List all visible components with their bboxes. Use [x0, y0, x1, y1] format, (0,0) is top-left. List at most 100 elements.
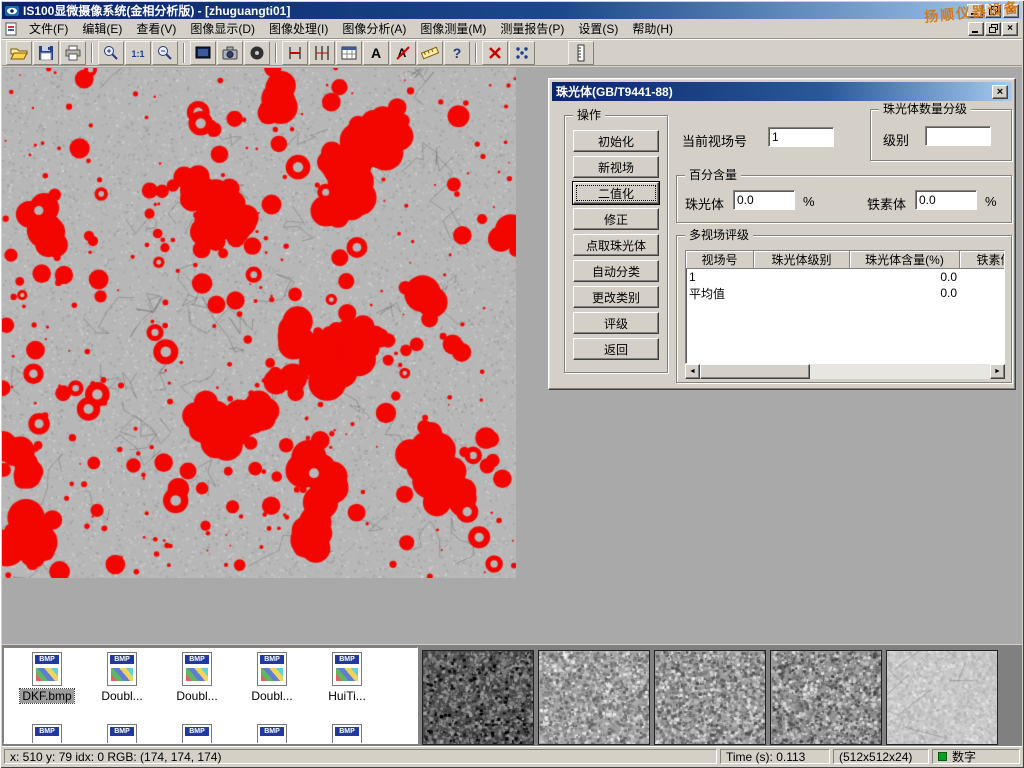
file-browser[interactable]: BMP DKF.bmp BMP Doubl... BMP Doubl... BM…: [3, 647, 418, 744]
bmp-badge: BMP: [260, 655, 284, 664]
current-field-input[interactable]: [768, 127, 834, 147]
delete-marks-button[interactable]: [482, 41, 508, 65]
point-picker-button[interactable]: [509, 41, 535, 65]
table-row[interactable]: 平均值 0.0: [686, 285, 1004, 301]
menu-image-measure[interactable]: 图像测量(M): [413, 18, 493, 39]
pearlite-percent-input[interactable]: [733, 190, 795, 210]
header-field-no[interactable]: 视场号: [686, 251, 754, 269]
metallograph-image[interactable]: [2, 68, 516, 578]
percent-group-title: 百分含量: [685, 168, 741, 182]
pick-pearlite-button[interactable]: 点取珠光体: [573, 234, 659, 256]
menu-image-processing[interactable]: 图像处理(I): [262, 18, 335, 39]
thumbnail-4[interactable]: [770, 650, 882, 745]
ferrite-percent-input[interactable]: [915, 190, 977, 210]
file-item[interactable]: BMP Doubl...: [162, 652, 232, 705]
file-name[interactable]: HuiTi...: [326, 689, 368, 703]
auto-classify-button[interactable]: 自动分类: [573, 260, 659, 282]
file-item[interactable]: BMP Doubl...: [237, 652, 307, 705]
capture-button[interactable]: [244, 41, 270, 65]
file-name[interactable]: Doubl...: [174, 689, 219, 703]
level-input[interactable]: [925, 126, 991, 146]
bmp-badge: BMP: [185, 727, 209, 736]
bmp-file-icon[interactable]: BMP: [107, 724, 137, 744]
help-button[interactable]: ?: [444, 41, 470, 65]
bmp-file-icon[interactable]: BMP: [257, 724, 287, 744]
save-button[interactable]: [33, 41, 59, 65]
vertical-ruler-icon: [572, 44, 590, 62]
display-button[interactable]: [190, 41, 216, 65]
menu-image-display[interactable]: 图像显示(D): [183, 18, 262, 39]
file-item[interactable]: BMP HuiTi...: [312, 652, 382, 705]
thumbnail-3[interactable]: [654, 650, 766, 745]
thumbnail-5[interactable]: [886, 650, 998, 745]
menu-file[interactable]: 文件(F): [22, 18, 75, 39]
mdi-restore-button[interactable]: [985, 22, 1001, 36]
menu-edit[interactable]: 编辑(E): [75, 18, 129, 39]
menu-image-analysis[interactable]: 图像分析(A): [335, 18, 413, 39]
multi-field-group: 多视场评级 视场号 珠光体级别 珠光体含量(%) 铁素体 1 0.0: [676, 235, 1012, 383]
ruler-button[interactable]: [417, 41, 443, 65]
correct-button[interactable]: 修正: [573, 208, 659, 230]
measure-lines-button[interactable]: [309, 41, 335, 65]
zoom-in-button[interactable]: [98, 41, 124, 65]
svg-text:1:1: 1:1: [131, 49, 144, 59]
print-button[interactable]: [60, 41, 86, 65]
thumbnail-1[interactable]: [422, 650, 534, 745]
file-name[interactable]: DKF.bmp: [20, 689, 73, 703]
scroll-right-arrow[interactable]: ►: [990, 364, 1005, 379]
file-name[interactable]: Doubl...: [99, 689, 144, 703]
open-button[interactable]: [6, 41, 32, 65]
mdi-close-button[interactable]: ×: [1002, 22, 1018, 36]
file-item[interactable]: BMP DKF.bmp: [12, 652, 82, 705]
header-pearlite-content[interactable]: 珠光体含量(%): [850, 251, 960, 269]
status-bar: x: 510 y: 79 idx: 0 RGB: (174, 174, 174)…: [2, 746, 1022, 766]
operation-group: 操作 初始化 新视场 二值化 修正 点取珠光体 自动分类 更改类别 评级 返回: [564, 115, 668, 373]
close-button[interactable]: ×: [1003, 4, 1019, 18]
rate-button[interactable]: 评级: [573, 312, 659, 334]
menu-measure-report[interactable]: 测量报告(P): [493, 18, 571, 39]
table-row[interactable]: 1 0.0: [686, 269, 1004, 285]
mdi-minimize-button[interactable]: [968, 22, 984, 36]
file-item[interactable]: BMP Doubl...: [87, 652, 157, 705]
camera-button[interactable]: [217, 41, 243, 65]
measure-lines-icon: [313, 44, 331, 62]
level-label: 级别: [883, 130, 909, 149]
dialog-close-button[interactable]: ×: [992, 85, 1008, 99]
dialog-title-bar[interactable]: 珠光体(GB/T9441-88) ×: [552, 82, 1012, 101]
scrollbar-thumb[interactable]: [700, 364, 810, 379]
restore-button[interactable]: [985, 4, 1001, 18]
text-button[interactable]: A: [363, 41, 389, 65]
red-x-icon: [486, 44, 504, 62]
menu-view[interactable]: 查看(V): [129, 18, 183, 39]
scroll-left-arrow[interactable]: ◄: [685, 364, 700, 379]
binarize-button[interactable]: 二值化: [573, 182, 659, 204]
header-pearlite-level[interactable]: 珠光体级别: [754, 251, 850, 269]
thumbnail-2[interactable]: [538, 650, 650, 745]
mode-label: 数字: [952, 748, 976, 765]
file-name[interactable]: Doubl...: [249, 689, 294, 703]
minimize-button[interactable]: [967, 4, 983, 18]
header-ferrite[interactable]: 铁素体: [960, 251, 1005, 269]
bmp-badge: BMP: [35, 727, 59, 736]
file-thumbnail-art: [336, 668, 358, 681]
return-button[interactable]: 返回: [573, 338, 659, 360]
bmp-file-icon[interactable]: BMP: [182, 724, 212, 744]
bmp-file-icon[interactable]: BMP: [332, 724, 362, 744]
menu-settings[interactable]: 设置(S): [571, 18, 625, 39]
vertical-ruler-button[interactable]: [568, 41, 594, 65]
grading-group: 珠光体数量分级 级别: [870, 109, 1012, 161]
rating-table[interactable]: 视场号 珠光体级别 珠光体含量(%) 铁素体 1 0.0 平均值: [685, 250, 1005, 364]
zoom-out-button[interactable]: [152, 41, 178, 65]
actual-size-button[interactable]: 1:1: [125, 41, 151, 65]
init-button[interactable]: 初始化: [573, 130, 659, 152]
bmp-file-icon[interactable]: BMP: [32, 724, 62, 744]
scrollbar-track[interactable]: [700, 364, 990, 379]
text-delete-button[interactable]: A: [390, 41, 416, 65]
table-hscrollbar[interactable]: ◄ ►: [685, 364, 1005, 379]
menu-help[interactable]: 帮助(H): [625, 18, 680, 39]
table-header: 视场号 珠光体级别 珠光体含量(%) 铁素体: [686, 251, 1004, 269]
new-field-button[interactable]: 新视场: [573, 156, 659, 178]
calipers-button[interactable]: [282, 41, 308, 65]
change-category-button[interactable]: 更改类别: [573, 286, 659, 308]
data-table-button[interactable]: [336, 41, 362, 65]
